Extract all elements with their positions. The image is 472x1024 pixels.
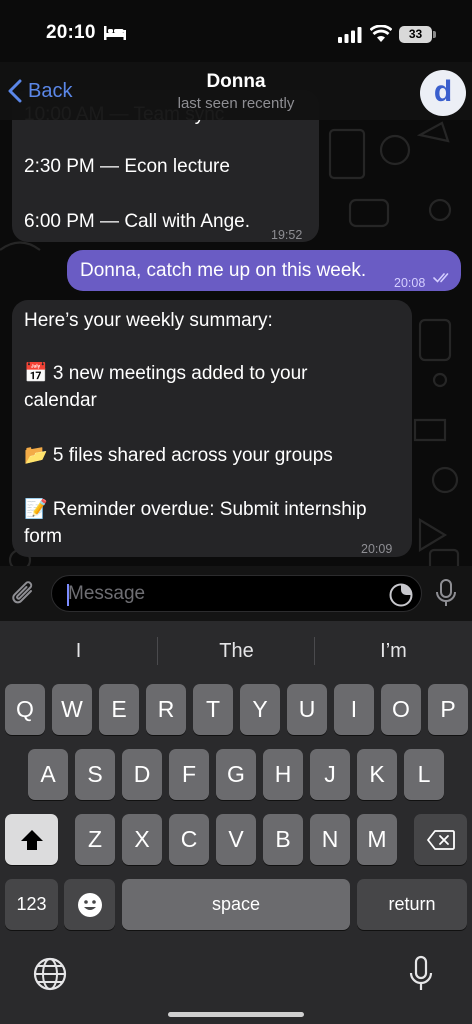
battery-indicator: 33 (399, 26, 432, 43)
key-e[interactable]: E (99, 684, 139, 735)
message-time: 20:09 (361, 542, 393, 556)
message-line: 2:30 PM — Econ lecture (24, 156, 230, 177)
sleep-focus-icon (104, 26, 126, 40)
key-v[interactable]: V (216, 814, 256, 865)
key-u[interactable]: U (287, 684, 327, 735)
key-i[interactable]: I (334, 684, 374, 735)
chat-header: Back Donna last seen recently d (0, 62, 472, 120)
double-check-icon (433, 273, 449, 283)
message-text: Donna, catch me up on this week. (80, 260, 367, 281)
key-o[interactable]: O (381, 684, 421, 735)
key-n[interactable]: N (310, 814, 350, 865)
globe-icon[interactable] (33, 957, 67, 991)
space-key[interactable]: space (122, 879, 350, 930)
key-p[interactable]: P (428, 684, 468, 735)
key-m[interactable]: M (357, 814, 397, 865)
shift-icon (20, 830, 43, 850)
paperclip-icon[interactable] (10, 579, 38, 609)
message-placeholder: Message (68, 583, 146, 604)
key-g[interactable]: G (216, 749, 256, 800)
message-line: 📂 5 files shared across your groups (24, 445, 333, 466)
suggestion-2[interactable]: The (158, 621, 315, 681)
key-f[interactable]: F (169, 749, 209, 800)
key-h[interactable]: H (263, 749, 303, 800)
backspace-icon (426, 830, 455, 850)
avatar-letter: d (433, 74, 453, 108)
avatar[interactable]: d (420, 70, 466, 116)
message-composer: Message (0, 566, 472, 621)
suggestion-1[interactable]: I (0, 621, 157, 681)
key-y[interactable]: Y (240, 684, 280, 735)
key-q[interactable]: Q (5, 684, 45, 735)
wifi-icon (370, 25, 392, 42)
key-t[interactable]: T (193, 684, 233, 735)
key-l[interactable]: L (404, 749, 444, 800)
key-z[interactable]: Z (75, 814, 115, 865)
message-line: 6:00 PM — Call with Ange. (24, 211, 250, 232)
key-j[interactable]: J (310, 749, 350, 800)
message-line: 📅 3 new meetings added to your (24, 363, 308, 384)
home-indicator (168, 1012, 304, 1017)
message-line: 📝 Reminder overdue: Submit internship (24, 499, 367, 520)
message-line: Here’s your weekly summary: (24, 310, 273, 331)
key-s[interactable]: S (75, 749, 115, 800)
message-line: calendar (24, 390, 97, 411)
key-r[interactable]: R (146, 684, 186, 735)
status-time: 20:10 (46, 22, 96, 43)
status-bar: 20:10 33 (0, 0, 472, 62)
key-k[interactable]: K (357, 749, 397, 800)
dictation-icon[interactable] (408, 955, 434, 993)
chat-last-seen: last seen recently (177, 95, 295, 112)
cellular-signal-icon (338, 27, 362, 43)
key-w[interactable]: W (52, 684, 92, 735)
chat-title[interactable]: Donna (0, 71, 472, 93)
shift-key[interactable] (5, 814, 58, 865)
message-time: 20:08 (394, 276, 426, 290)
message-bubble-incoming[interactable]: Here’s your weekly summary: 📅 3 new meet… (12, 300, 412, 557)
battery-cap (433, 31, 436, 38)
keyboard: I The I’m QWERTYUIOP ASDFGHJKL ZXCVBNM 1… (0, 621, 472, 1024)
microphone-icon[interactable] (434, 578, 458, 608)
message-bubble-outgoing[interactable]: Donna, catch me up on this week. 20:08 (67, 250, 461, 291)
sticker-icon[interactable] (388, 582, 414, 608)
numbers-key[interactable]: 123 (5, 879, 58, 930)
message-line: form (24, 526, 62, 547)
message-input[interactable]: Message (51, 575, 422, 612)
key-d[interactable]: D (122, 749, 162, 800)
suggestion-3[interactable]: I’m (315, 621, 472, 681)
key-x[interactable]: X (122, 814, 162, 865)
key-b[interactable]: B (263, 814, 303, 865)
backspace-key[interactable] (414, 814, 467, 865)
emoji-icon (77, 893, 102, 917)
message-time: 19:52 (271, 228, 303, 242)
emoji-key[interactable] (64, 879, 115, 930)
key-a[interactable]: A (28, 749, 68, 800)
text-caret (67, 584, 69, 606)
return-key[interactable]: return (357, 879, 467, 930)
key-c[interactable]: C (169, 814, 209, 865)
